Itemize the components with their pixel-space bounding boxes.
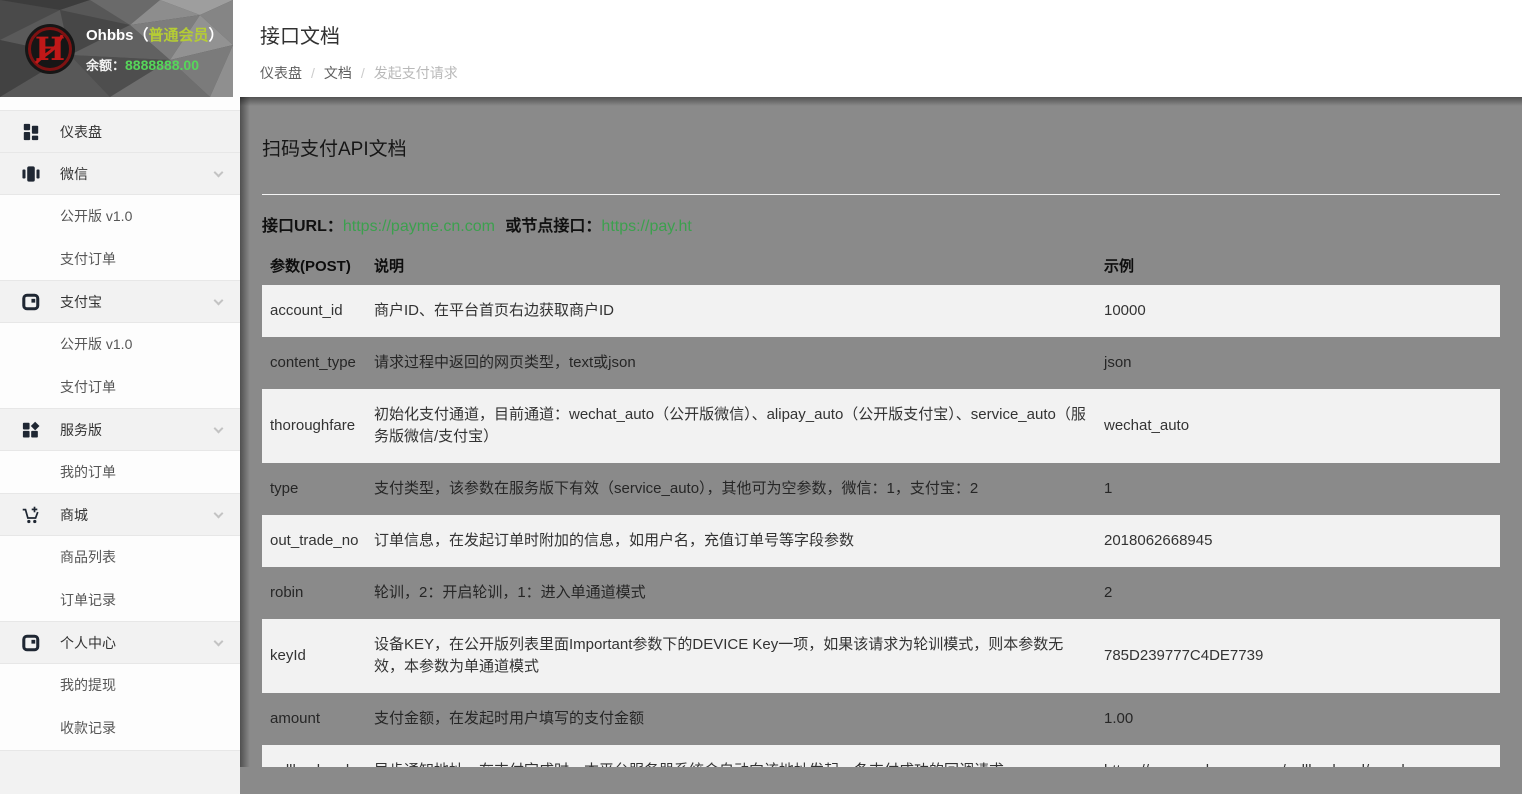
params-table: 参数(POST)说明示例 account_id商户ID、在平台首页右边获取商户I… [262,249,1500,767]
cell-param: keyId [262,619,366,693]
profile-card-icon [22,634,40,652]
section-title: 扫码支付API文档 [262,134,1500,161]
api-url-link-primary[interactable]: https://payme.cn.com [343,218,495,235]
cell-param: account_id [262,285,366,337]
chevron-down-icon [214,424,224,434]
sidebar-item-label: 个人中心 [60,622,116,664]
breadcrumb-item[interactable]: 仪表盘 [260,65,302,81]
page-header: 接口文档 仪表盘 / 文档 / 发起支付请求 [240,0,1522,97]
cell-desc: 订单信息，在发起订单时附加的信息，如用户名，充值订单号等字段参数 [366,515,1096,567]
sidebar-subitem-profile[interactable]: 收款记录 [0,707,240,750]
table-row: robin轮训，2：开启轮训，1：进入单通道模式2 [262,567,1500,619]
breadcrumb-separator: / [311,65,315,81]
table-row: out_trade_no订单信息，在发起订单时附加的信息，如用户名，充值订单号等… [262,515,1500,567]
breadcrumb: 仪表盘 / 文档 / 发起支付请求 [260,63,1522,83]
cell-desc: 支付金额，在发起时用户填写的支付金额 [366,693,1096,745]
breadcrumb-item[interactable]: 文档 [324,65,352,81]
username: Ohbbs（ [86,27,149,44]
chevron-down-icon [214,296,224,306]
sidebar-item-service[interactable]: 服务版 [0,408,240,451]
cell-param: amount [262,693,366,745]
cell-desc: 异步通知地址，在支付完成时，本平台服务器系统会自动向该地址发起一条支付成功的回调… [366,745,1096,767]
sidebar-item-mall[interactable]: 商城 [0,493,240,536]
sidebar-subitem-profile[interactable]: 我的提现 [0,664,240,707]
sidebar-subitem-wechat[interactable]: 支付订单 [0,238,240,281]
table-row: keyId设备KEY，在公开版列表里面Important参数下的DEVICE K… [262,619,1500,693]
brand-logo-icon[interactable]: H [23,22,77,76]
member-level-badge: 普通会员 [149,27,209,44]
api-url-line: 接口URL：https://payme.cn.com 或节点接口：https:/… [262,212,1500,236]
table-row: amount支付金额，在发起时用户填写的支付金额1.00 [262,693,1500,745]
chevron-down-icon [214,168,224,178]
sidebar-menu: 仪表盘微信公开版 v1.0支付订单支付宝公开版 v1.0支付订单服务版我的订单商… [0,97,240,794]
chevron-down-icon [214,637,224,647]
cart-plus-icon [22,506,40,524]
cell-example: 10000 [1096,285,1500,337]
table-row: content_type请求过程中返回的网页类型，text或jsonjson [262,337,1500,389]
content-pane: 扫码支付API文档 接口URL：https://payme.cn.com 或节点… [240,97,1522,767]
cell-desc: 请求过程中返回的网页类型，text或json [366,337,1096,389]
sidebar-item-profile[interactable]: 个人中心 [0,621,240,664]
sidebar-item-label: 支付宝 [60,281,102,323]
api-url-label: 接口URL： [262,218,343,235]
sidebar-item-label: 仪表盘 [60,111,102,153]
sidebar-item-label: 微信 [60,153,88,195]
cell-desc: 支付类型，该参数在服务版下有效（service_auto），其他可为空参数，微信… [366,463,1096,515]
page-title: 接口文档 [260,20,1522,49]
cell-param: robin [262,567,366,619]
sidebar-item-label: 商城 [60,494,88,536]
table-row: account_id商户ID、在平台首页右边获取商户ID10000 [262,285,1500,337]
alipay-card-icon [22,293,40,311]
column-header: 参数(POST) [262,249,366,285]
table-row: callback_url异步通知地址，在支付完成时，本平台服务器系统会自动向该地… [262,745,1500,767]
dashboard-icon [22,123,40,141]
sidebar: H Ohbbs（普通会员） 余额：8888888.00 仪表盘微信公开版 v1.… [0,0,240,767]
sidebar-subitem-alipay[interactable]: 支付订单 [0,366,240,409]
cell-example: https://www.codesceo.com/callback_url/pa… [1096,745,1500,767]
sidebar-subitem-wechat[interactable]: 公开版 v1.0 [0,195,240,238]
service-app-icon [22,421,40,439]
table-row: thoroughfare初始化支付通道，目前通道：wechat_auto（公开版… [262,389,1500,463]
breadcrumb-item: 发起支付请求 [374,65,458,81]
cell-param: type [262,463,366,515]
cell-example: 2 [1096,567,1500,619]
cell-param: thoroughfare [262,389,366,463]
cell-example: wechat_auto [1096,389,1500,463]
sidebar-header: H Ohbbs（普通会员） 余额：8888888.00 [0,0,233,97]
cell-example: 1.00 [1096,693,1500,745]
cell-example: json [1096,337,1500,389]
divider [262,194,1500,195]
wechat-columns-icon [22,165,40,183]
cell-example: 1 [1096,463,1500,515]
cell-param: out_trade_no [262,515,366,567]
cell-example: 785D239777C4DE7739 [1096,619,1500,693]
cell-example: 2018062668945 [1096,515,1500,567]
sidebar-item-label: 服务版 [60,409,102,451]
sidebar-subitem-alipay[interactable]: 公开版 v1.0 [0,323,240,366]
cell-desc: 商户ID、在平台首页右边获取商户ID [366,285,1096,337]
cell-param: callback_url [262,745,366,767]
balance-label: 余额： [86,58,125,73]
cell-desc: 轮训，2：开启轮训，1：进入单通道模式 [366,567,1096,619]
column-header: 示例 [1096,249,1500,285]
breadcrumb-separator: / [361,65,365,81]
cell-desc: 设备KEY，在公开版列表里面Important参数下的DEVICE Key一项，… [366,619,1096,693]
api-url-link-alt[interactable]: https://pay.ht [601,218,691,235]
cell-param: content_type [262,337,366,389]
balance-value: 8888888.00 [125,57,199,73]
user-info: Ohbbs（普通会员） 余额：8888888.00 [86,24,231,74]
column-header: 说明 [366,249,1096,285]
sidebar-subitem-mall[interactable]: 订单记录 [0,579,240,622]
table-row: type支付类型，该参数在服务版下有效（service_auto），其他可为空参… [262,463,1500,515]
username-suffix: ） [209,27,224,44]
table-header-row: 参数(POST)说明示例 [262,249,1500,285]
sidebar-subitem-mall[interactable]: 商品列表 [0,536,240,579]
sidebar-item-alipay[interactable]: 支付宝 [0,280,240,323]
api-url-alt-label: 或节点接口： [505,218,601,235]
chevron-down-icon [214,509,224,519]
cell-desc: 初始化支付通道，目前通道：wechat_auto（公开版微信）、alipay_a… [366,389,1096,463]
sidebar-subitem-service[interactable]: 我的订单 [0,451,240,494]
sidebar-item-wechat[interactable]: 微信 [0,152,240,195]
sidebar-item-dashboard[interactable]: 仪表盘 [0,110,240,153]
